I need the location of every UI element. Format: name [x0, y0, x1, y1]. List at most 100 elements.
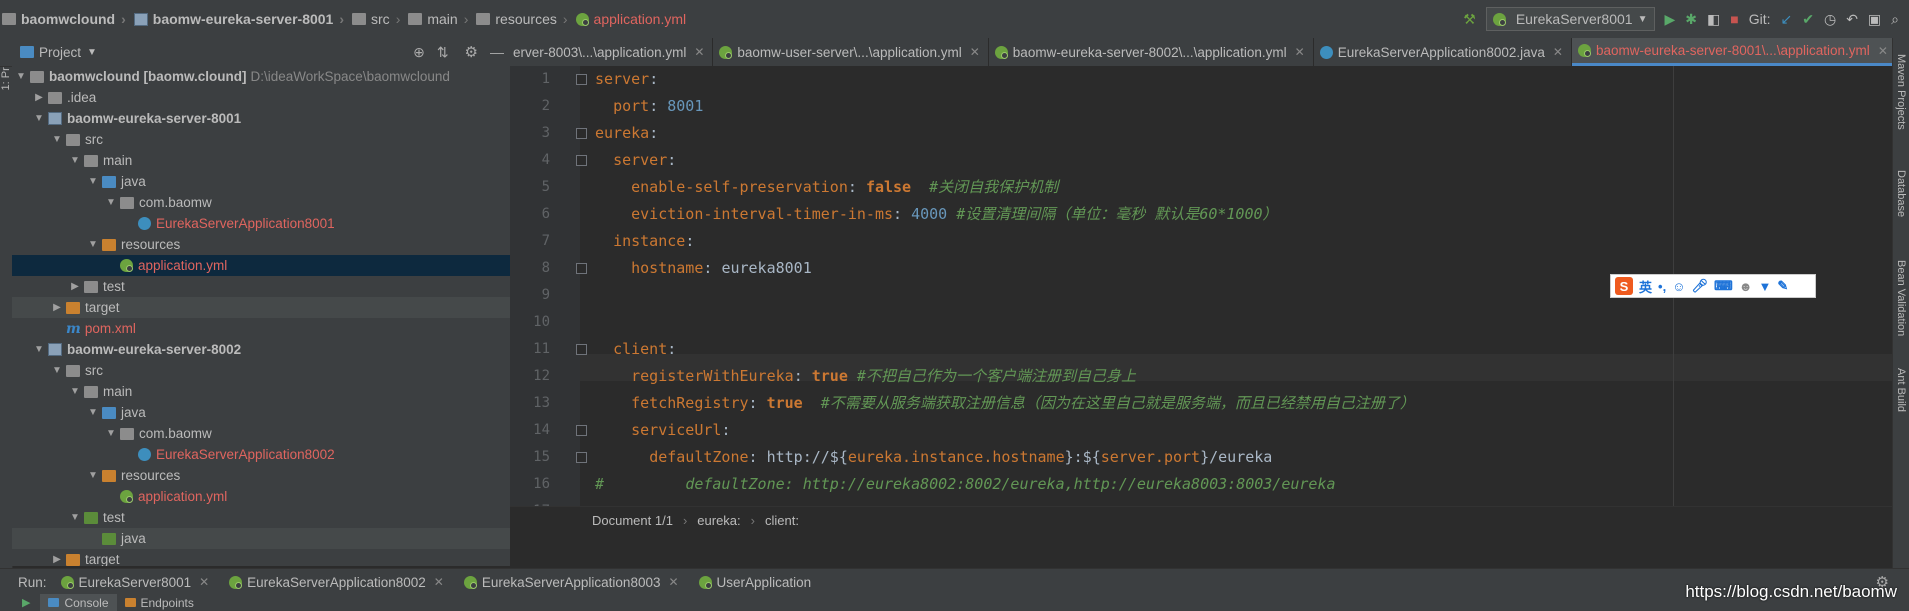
tree-node-module-8002[interactable]: ▼ baomw-eureka-server-8002 [12, 339, 510, 360]
fold-marker[interactable] [576, 344, 587, 355]
build-hammer-icon[interactable]: ⚒ [1463, 11, 1476, 28]
tree-node-root[interactable]: ▼ baomwclound [baomw.clound] D:\ideaWorkSp… [12, 66, 510, 87]
close-icon[interactable]: ✕ [199, 575, 209, 589]
close-icon[interactable]: ✕ [668, 575, 678, 589]
rerun-icon[interactable]: ▶ [22, 596, 30, 609]
tab-eureka-8002-java[interactable]: EurekaServerApplication8002.java ✕ [1314, 38, 1572, 66]
ime-toolbar[interactable]: S 英 •, ☺ 🎤︎ ⌨ ☻ ▼ ✎ [1610, 274, 1816, 298]
project-structure-icon[interactable]: ▣ [1868, 11, 1881, 28]
close-icon[interactable]: ✕ [970, 45, 980, 59]
breadcrumb-src[interactable]: src › [350, 11, 406, 27]
tools-icon[interactable]: ✎ [1777, 278, 1788, 294]
close-icon[interactable]: ✕ [1553, 45, 1563, 59]
module-icon [48, 112, 62, 125]
git-history-icon[interactable]: ◷ [1824, 11, 1836, 28]
tree-node-class-8002[interactable]: EurekaServerApplication8002 [12, 444, 510, 465]
tree-node-test[interactable]: ▼ test [12, 507, 510, 528]
tree-node-resources[interactable]: ▼ resources [12, 234, 510, 255]
tree-node-package[interactable]: ▼ com.baomw [12, 423, 510, 444]
ime-language-toggle[interactable]: 英 [1639, 277, 1652, 296]
tree-node-resources[interactable]: ▼ resources [12, 465, 510, 486]
fold-marker[interactable] [576, 425, 587, 436]
tree-node-src[interactable]: ▼ src [12, 129, 510, 150]
breadcrumb-main[interactable]: main › [406, 11, 474, 27]
tab-eureka-8001-yml[interactable]: baomw-eureka-server-8001\...\application… [1571, 38, 1892, 66]
yml-file-icon [1577, 44, 1591, 57]
breadcrumb-file[interactable]: application.yml [574, 11, 693, 27]
ant-build-tab[interactable]: Ant Build [1895, 368, 1907, 412]
git-commit-icon[interactable]: ✔ [1802, 11, 1814, 28]
maven-projects-tab[interactable]: Maven Projects [1895, 54, 1907, 130]
run-config-select[interactable]: EurekaServer8001 ▼ [1485, 7, 1655, 31]
tree-node-test[interactable]: ▶ test [12, 276, 510, 297]
bean-validation-tab[interactable]: Bean Validation [1895, 260, 1907, 336]
chevron-down-icon[interactable]: ▼ [87, 47, 97, 58]
run-tab-eureka-8003[interactable]: EurekaServerApplication8003 ✕ [454, 575, 689, 590]
project-view-select[interactable]: Project [39, 45, 81, 60]
test-source-folder-icon [102, 532, 116, 545]
run-label: Run: [18, 574, 47, 590]
minimize-icon[interactable]: — [490, 44, 504, 60]
skin-icon[interactable]: ▼ [1758, 279, 1771, 294]
breadcrumb-resources[interactable]: resources › [474, 11, 573, 27]
breadcrumb-eureka[interactable]: eureka: [697, 513, 740, 528]
tab-user-server-yml[interactable]: baomw-user-server\...\application.yml ✕ [713, 38, 989, 66]
git-update-icon[interactable]: ↙ [1781, 11, 1793, 28]
tree-node-test-java[interactable]: java [12, 528, 510, 549]
breadcrumb-client[interactable]: client: [765, 513, 799, 528]
run-tab-eureka-8002[interactable]: EurekaServerApplication8002 ✕ [219, 575, 454, 590]
keyboard-icon[interactable]: ⌨ [1714, 278, 1733, 294]
module-icon [48, 343, 62, 356]
document-indicator[interactable]: Document 1/1 [592, 513, 673, 528]
run-tab-user-app[interactable]: UserApplication [689, 575, 822, 590]
git-revert-icon[interactable]: ↶ [1846, 11, 1858, 28]
debug-icon[interactable]: ✱ [1685, 11, 1697, 28]
fold-marker[interactable] [576, 128, 587, 139]
console-tab[interactable]: Console [40, 594, 117, 611]
collapse-all-icon[interactable]: ⇅ [437, 44, 449, 61]
spring-boot-icon [229, 575, 243, 589]
coverage-icon[interactable]: ◧ [1707, 11, 1720, 28]
tree-node-main[interactable]: ▼ main [12, 150, 510, 171]
fold-marker[interactable] [576, 263, 587, 274]
endpoints-tab[interactable]: Endpoints [117, 594, 202, 611]
gear-icon[interactable]: ⚙ [465, 43, 478, 61]
target-icon[interactable]: ⊕ [413, 44, 425, 61]
search-icon[interactable]: ⌕ [1891, 11, 1899, 28]
fold-marker[interactable] [576, 74, 587, 85]
stop-icon[interactable]: ■ [1730, 11, 1738, 27]
tree-node-class-8001[interactable]: EurekaServerApplication8001 [12, 213, 510, 234]
microphone-icon[interactable]: 🎤︎ [1691, 278, 1708, 294]
tab-eureka-8002-yml[interactable]: baomw-eureka-server-8002\...\application… [989, 38, 1314, 66]
close-icon[interactable]: ✕ [434, 575, 444, 589]
tree-node-package[interactable]: ▼ com.baomw [12, 192, 510, 213]
user-icon[interactable]: ☻ [1739, 279, 1753, 294]
run-icon[interactable]: ▶ [1665, 11, 1676, 28]
tree-node-main[interactable]: ▼ main [12, 381, 510, 402]
close-icon[interactable]: ✕ [1295, 45, 1305, 59]
tree-node-pom[interactable]: m pom.xml [12, 318, 510, 339]
fold-marker[interactable] [576, 452, 587, 463]
tree-node-java[interactable]: ▼ java [12, 171, 510, 192]
tree-node-src[interactable]: ▼ src [12, 360, 510, 381]
tab-user-8003-yml[interactable]: erver-8003\...\application.yml ✕ [510, 38, 714, 66]
breadcrumb-module[interactable]: baomw-eureka-server-8001 › [132, 11, 350, 27]
tree-node-application-yml[interactable]: application.yml [12, 486, 510, 507]
tree-node-java[interactable]: ▼ java [12, 402, 510, 423]
tree-node-target[interactable]: ▶ target [12, 549, 510, 566]
line-number: 13 [533, 395, 550, 411]
code-editor[interactable]: 1 2 3 4 5 6 7 8 9 10 11 12 13 14 15 16 1… [510, 66, 1892, 534]
fold-marker[interactable] [576, 155, 587, 166]
close-icon[interactable]: ✕ [694, 45, 704, 59]
tree-node-module-8001[interactable]: ▼ baomw-eureka-server-8001 [12, 108, 510, 129]
punctuation-icon[interactable]: •, [1658, 279, 1666, 294]
tree-node-target[interactable]: ▶ target [12, 297, 510, 318]
emoji-icon[interactable]: ☺ [1672, 279, 1685, 294]
spring-class-icon [138, 448, 151, 461]
run-tab-eureka-8001[interactable]: EurekaServer8001 ✕ [51, 575, 220, 590]
database-tab[interactable]: Database [1895, 170, 1907, 217]
tree-node-idea[interactable]: ▶ .idea [12, 87, 510, 108]
breadcrumb-project[interactable]: baomwclound › [0, 11, 132, 27]
close-icon[interactable]: ✕ [1878, 44, 1888, 58]
tree-node-application-yml[interactable]: application.yml [12, 255, 510, 276]
